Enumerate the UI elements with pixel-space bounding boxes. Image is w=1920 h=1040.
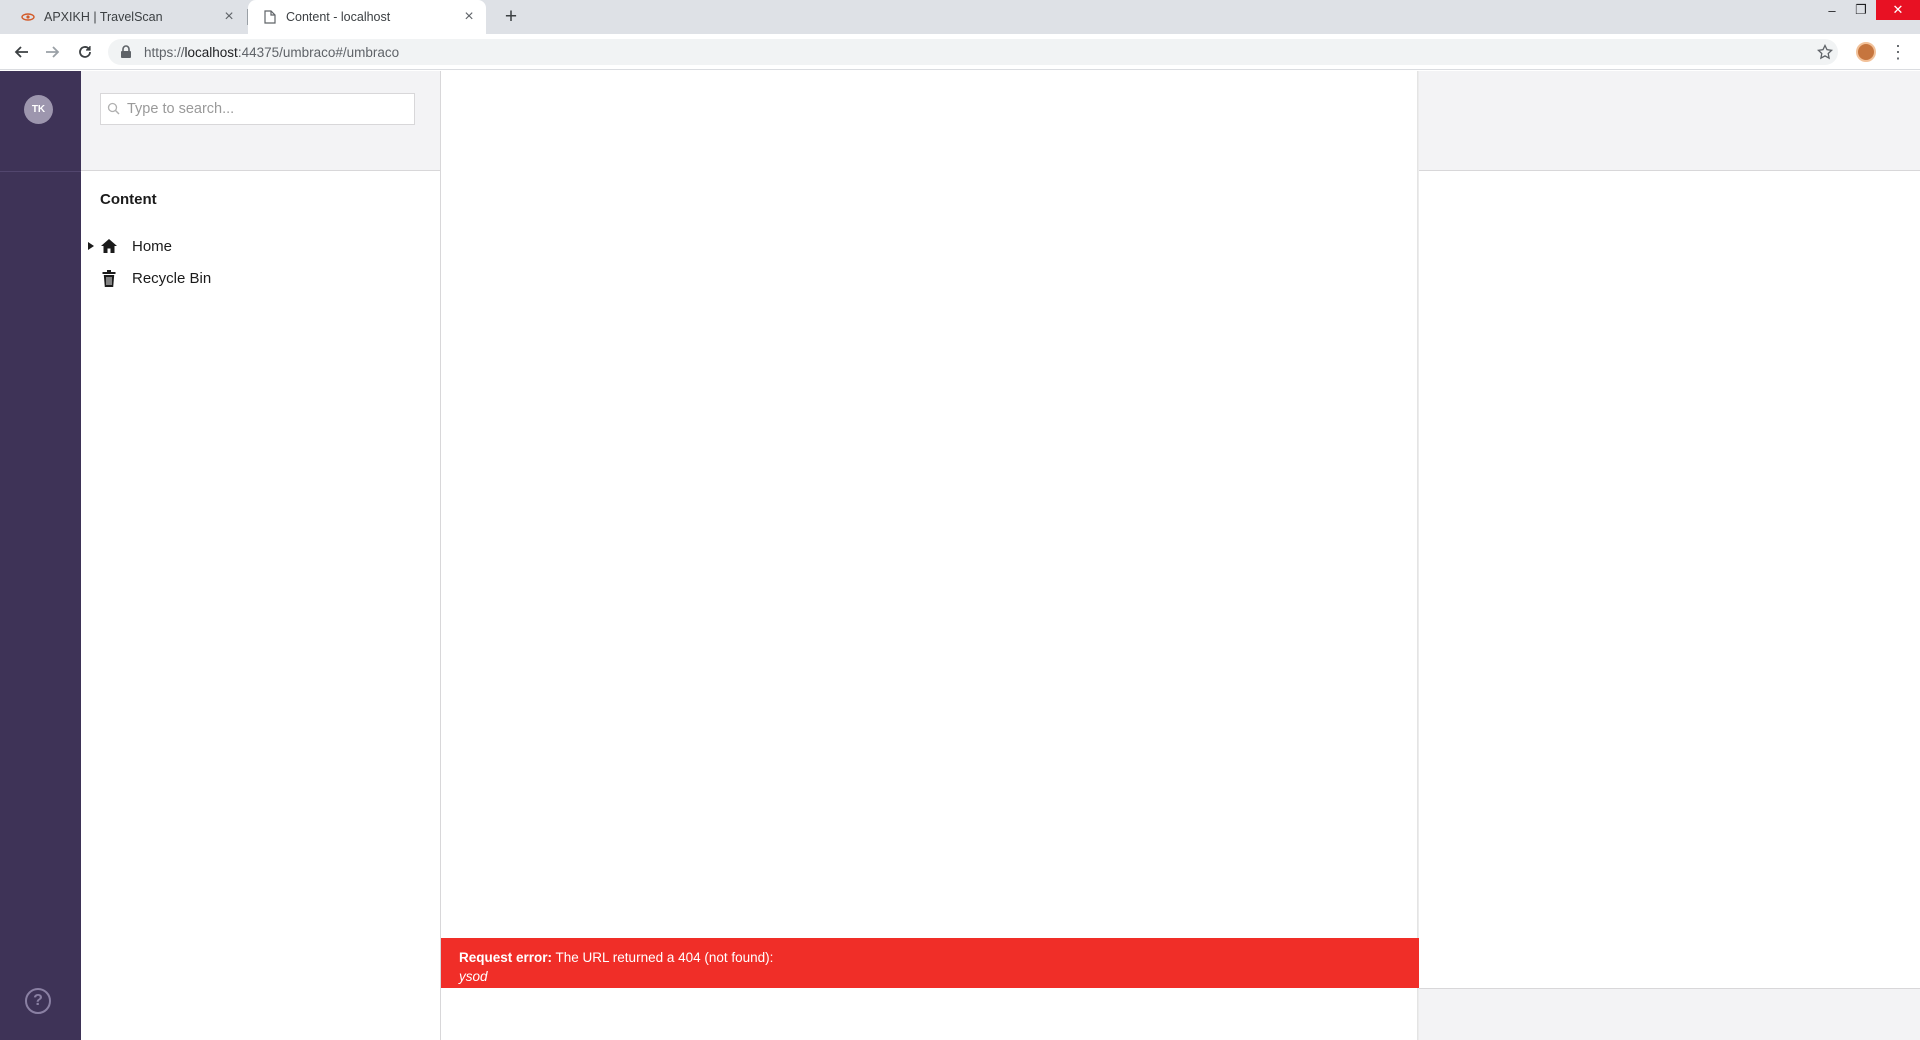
right-panel-header bbox=[1419, 71, 1920, 171]
user-avatar[interactable]: TK bbox=[24, 95, 53, 124]
lock-icon bbox=[120, 45, 134, 59]
tree-item-recycle-bin[interactable]: Recycle Bin bbox=[81, 263, 440, 293]
url-scheme: https:// bbox=[144, 44, 185, 60]
error-message-line: Request error: The URL returned a 404 (n… bbox=[459, 948, 1419, 967]
error-label: Request error: bbox=[459, 950, 553, 965]
search-icon bbox=[107, 102, 121, 116]
url-host: localhost bbox=[184, 44, 238, 60]
arrow-left-icon bbox=[14, 46, 28, 58]
sections-divider bbox=[0, 171, 81, 172]
tree-item-label: Home bbox=[132, 237, 173, 255]
tree-item-label: Recycle Bin bbox=[132, 269, 212, 287]
browser-menu-icon[interactable]: ⋮ bbox=[1888, 40, 1908, 64]
tab-title: APXIKH | TravelScan bbox=[44, 10, 163, 24]
tree-title: Content bbox=[100, 191, 157, 208]
expand-caret-icon[interactable] bbox=[87, 242, 95, 250]
new-tab-button[interactable]: + bbox=[498, 4, 524, 30]
tab-close-icon[interactable]: × bbox=[460, 8, 478, 26]
right-panel bbox=[1419, 71, 1920, 1040]
help-icon[interactable]: ? bbox=[25, 988, 51, 1014]
document-icon bbox=[262, 9, 278, 25]
browser-toolbar: https://localhost:44375/umbraco#/umbraco… bbox=[0, 34, 1920, 70]
content-tree-panel: Content Home Recycle Bin bbox=[81, 71, 441, 1040]
right-panel-footer bbox=[1419, 988, 1920, 1040]
tree-header bbox=[81, 71, 440, 171]
search-box[interactable] bbox=[100, 93, 415, 125]
profile-avatar[interactable] bbox=[1856, 42, 1876, 62]
tab-content-localhost[interactable]: Content - localhost × bbox=[248, 0, 486, 34]
restore-window-button[interactable]: ❐ bbox=[1846, 0, 1876, 20]
editor-area bbox=[441, 71, 1419, 1040]
reload-icon bbox=[79, 46, 91, 58]
close-window-button[interactable]: ✕ bbox=[1876, 0, 1920, 20]
minimize-window-button[interactable]: – bbox=[1817, 0, 1847, 20]
error-detail: ysod bbox=[459, 969, 488, 984]
url-path: :44375/umbraco#/umbraco bbox=[237, 44, 400, 60]
tree-item-home[interactable]: Home bbox=[81, 231, 440, 261]
browser-tab-strip: APXIKH | TravelScan × Content - localhos… bbox=[0, 0, 1920, 34]
sections-sidebar: TK ? bbox=[0, 71, 81, 1040]
forward-button[interactable] bbox=[39, 38, 67, 66]
error-detail-line: ysod bbox=[459, 967, 1419, 986]
address-bar[interactable]: https://localhost:44375/umbraco#/umbraco bbox=[108, 39, 1838, 65]
reload-button[interactable] bbox=[71, 38, 99, 66]
search-input[interactable] bbox=[127, 101, 407, 117]
trash-icon bbox=[99, 268, 119, 288]
tab-travelscan[interactable]: APXIKH | TravelScan × bbox=[0, 0, 246, 34]
home-icon bbox=[99, 236, 119, 256]
back-button[interactable] bbox=[7, 38, 35, 66]
request-error-notification[interactable]: Request error: The URL returned a 404 (n… bbox=[441, 938, 1419, 988]
error-message: The URL returned a 404 (not found): bbox=[552, 950, 774, 965]
tab-title: Content - localhost bbox=[286, 10, 391, 24]
arrow-right-icon bbox=[46, 46, 60, 58]
travelscan-favicon-icon bbox=[20, 9, 36, 25]
tab-close-icon[interactable]: × bbox=[220, 8, 238, 26]
umbraco-app: TK ? Content Home R bbox=[0, 71, 1920, 1040]
bookmark-star-icon[interactable] bbox=[1813, 40, 1837, 64]
